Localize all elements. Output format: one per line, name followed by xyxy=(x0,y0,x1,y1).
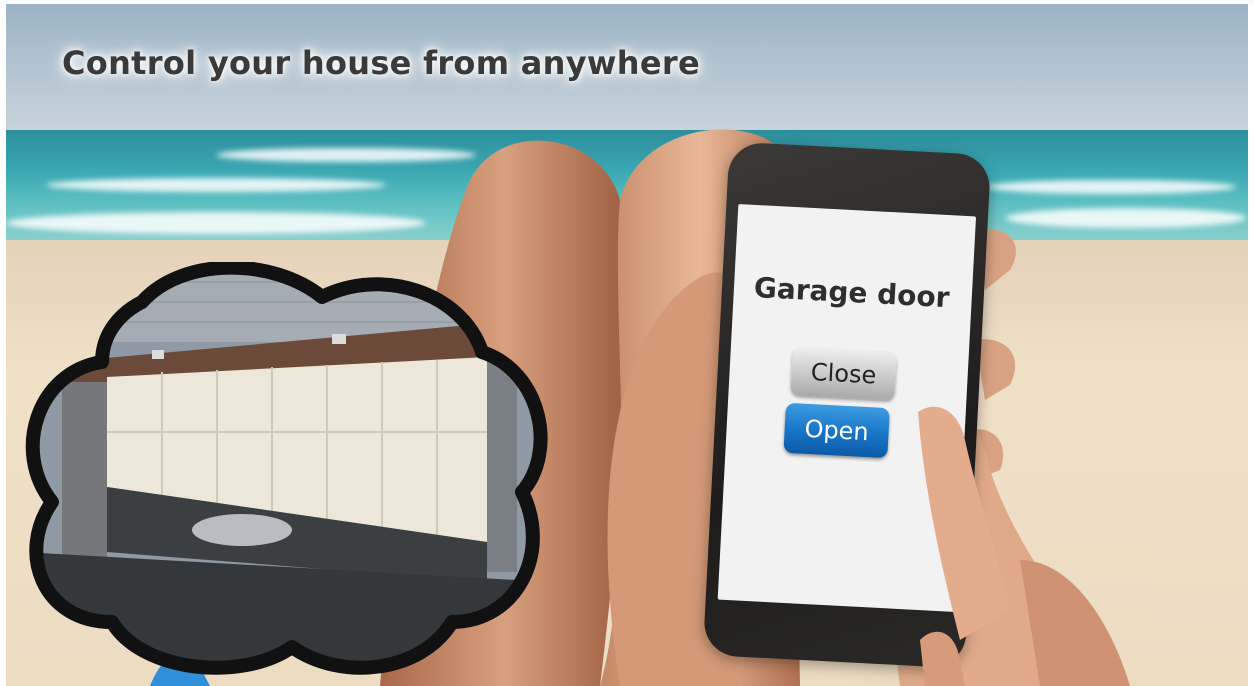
close-button[interactable]: Close xyxy=(790,347,897,401)
headline: Control your house from anywhere xyxy=(62,44,700,82)
screen-title: Garage door xyxy=(753,270,951,315)
phone-screen: Garage door Close Open xyxy=(717,204,977,612)
garage-photo-cloud xyxy=(22,260,552,676)
house-number-148 xyxy=(332,334,346,344)
smartphone: Garage door Close Open xyxy=(702,141,992,669)
thought-cloud-frame-icon xyxy=(25,260,548,675)
open-button[interactable]: Open xyxy=(783,402,890,459)
beach-scene: Control your house from anywhere Garage … xyxy=(0,0,1254,686)
house-number-142 xyxy=(152,350,164,359)
